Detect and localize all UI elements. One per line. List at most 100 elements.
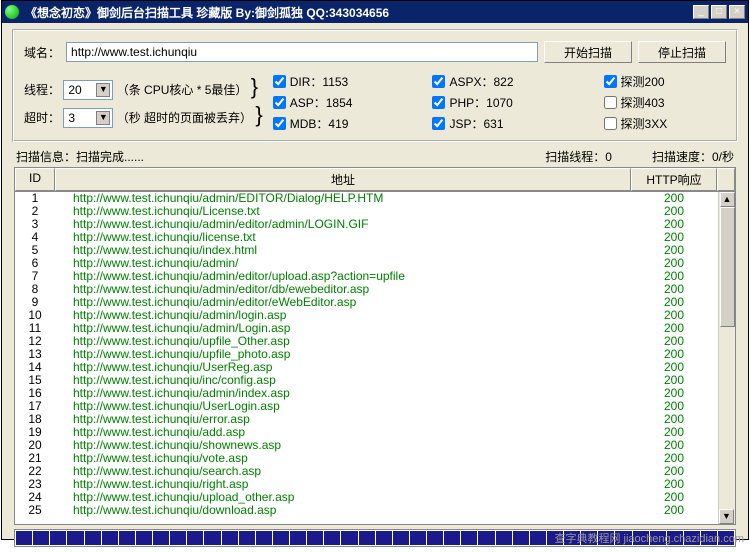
- app-icon: [5, 5, 19, 19]
- cell-id: 25: [15, 504, 55, 517]
- table-row[interactable]: 22http://www.test.ichunqiu/search.asp200: [15, 465, 735, 478]
- stop-scan-button[interactable]: 停止扫描: [638, 41, 726, 63]
- start-scan-button[interactable]: 开始扫描: [544, 41, 632, 63]
- cell-url: http://www.test.ichunqiu/admin/login.asp: [55, 309, 631, 322]
- table-row[interactable]: 17http://www.test.ichunqiu/UserLogin.asp…: [15, 400, 735, 413]
- window-title: 《想念初恋》御剑后台扫描工具 珍藏版 By:御剑孤独 QQ:343034656: [25, 4, 693, 21]
- status-bar: 扫描信息：扫描完成...... 扫描线程：0 扫描速度：0/秒: [12, 146, 738, 167]
- progress-block: [530, 531, 546, 545]
- php-check[interactable]: PHP：1070: [432, 94, 513, 111]
- progress-block: [427, 531, 443, 545]
- cell-url: http://www.test.ichunqiu/add.asp: [55, 426, 631, 439]
- col-id[interactable]: ID: [15, 168, 55, 191]
- timeout-combo[interactable]: 3▼: [63, 108, 113, 128]
- progress-block: [50, 531, 66, 545]
- dropdown-icon: ▼: [96, 83, 110, 97]
- cell-url: http://www.test.ichunqiu/inc/config.asp: [55, 374, 631, 387]
- progress-block: [119, 531, 135, 545]
- col-scroll: [717, 168, 735, 191]
- scroll-thumb[interactable]: [720, 207, 735, 327]
- progress-block: [204, 531, 220, 545]
- table-row[interactable]: 14http://www.test.ichunqiu/UserReg.asp20…: [15, 361, 735, 374]
- probe-col: 探测200 探测403 探测3XX: [604, 73, 668, 132]
- results-grid: ID 地址 HTTP响应 ▲ ▼ 1http://www.test.ichunq…: [14, 167, 736, 525]
- progress-block: [187, 531, 203, 545]
- progress-block: [85, 531, 101, 545]
- progress-block: [239, 531, 255, 545]
- table-row[interactable]: 10http://www.test.ichunqiu/admin/login.a…: [15, 309, 735, 322]
- progress-block: [513, 531, 529, 545]
- table-row[interactable]: 2http://www.test.ichunqiu/License.txt200: [15, 205, 735, 218]
- asp-check[interactable]: ASP：1854: [273, 94, 353, 111]
- settings-panel: 域名： 开始扫描 停止扫描 线程： 20▼ （条 CPU核心 * 5最佳） } …: [12, 29, 738, 142]
- table-row[interactable]: 21http://www.test.ichunqiu/vote.asp200: [15, 452, 735, 465]
- dir-check[interactable]: DIR：1153: [273, 73, 353, 90]
- table-row[interactable]: 12http://www.test.ichunqiu/upfile_Other.…: [15, 335, 735, 348]
- timeout-row: 超时： 3▼ （秒 超时的页面被丢弃） }: [24, 106, 263, 128]
- table-row[interactable]: 24http://www.test.ichunqiu/upload_other.…: [15, 491, 735, 504]
- scan-threads: 扫描线程：0: [545, 148, 612, 165]
- progress-block: [170, 531, 186, 545]
- grid-header: ID 地址 HTTP响应: [15, 168, 735, 192]
- col-url[interactable]: 地址: [55, 168, 631, 191]
- progress-block: [33, 531, 49, 545]
- probe403-check[interactable]: 探测403: [604, 94, 668, 111]
- scroll-down-icon[interactable]: ▼: [719, 509, 734, 524]
- table-row[interactable]: 15http://www.test.ichunqiu/inc/config.as…: [15, 374, 735, 387]
- cell-url: http://www.test.ichunqiu/error.asp: [55, 413, 631, 426]
- cell-url: http://www.test.ichunqiu/upfile_Other.as…: [55, 335, 631, 348]
- table-row[interactable]: 1http://www.test.ichunqiu/admin/EDITOR/D…: [15, 192, 735, 205]
- url-input[interactable]: [66, 42, 538, 62]
- col-resp[interactable]: HTTP响应: [631, 168, 717, 191]
- table-row[interactable]: 3http://www.test.ichunqiu/admin/editor/a…: [15, 218, 735, 231]
- table-row[interactable]: 25http://www.test.ichunqiu/download.asp2…: [15, 504, 735, 517]
- table-row[interactable]: 11http://www.test.ichunqiu/admin/Login.a…: [15, 322, 735, 335]
- table-row[interactable]: 7http://www.test.ichunqiu/admin/editor/u…: [15, 270, 735, 283]
- cell-url: http://www.test.ichunqiu/License.txt: [55, 205, 631, 218]
- options-row: 线程： 20▼ （条 CPU核心 * 5最佳） } 超时： 3▼ （秒 超时的页…: [24, 73, 726, 132]
- jsp-check[interactable]: JSP：631: [432, 115, 513, 132]
- progress-block: [410, 531, 426, 545]
- cell-url: http://www.test.ichunqiu/admin/editor/ad…: [55, 218, 631, 231]
- progress-block: [461, 531, 477, 545]
- table-row[interactable]: 16http://www.test.ichunqiu/admin/index.a…: [15, 387, 735, 400]
- progress-block: [324, 531, 340, 545]
- ext-col2: ASPX：822 PHP：1070 JSP：631: [432, 73, 513, 132]
- threads-row: 线程： 20▼ （条 CPU核心 * 5最佳） }: [24, 78, 263, 100]
- close-button[interactable]: ×: [729, 5, 745, 19]
- maximize-button[interactable]: □: [711, 5, 727, 19]
- ext-col1: DIR：1153 ASP：1854 MDB：419: [273, 73, 353, 132]
- progress-block: [496, 531, 512, 545]
- progress-block: [67, 531, 83, 545]
- table-row[interactable]: 8http://www.test.ichunqiu/admin/editor/d…: [15, 283, 735, 296]
- table-row[interactable]: 23http://www.test.ichunqiu/right.asp200: [15, 478, 735, 491]
- left-options: 线程： 20▼ （条 CPU核心 * 5最佳） } 超时： 3▼ （秒 超时的页…: [24, 78, 263, 128]
- table-row[interactable]: 4http://www.test.ichunqiu/license.txt200: [15, 231, 735, 244]
- minimize-button[interactable]: _: [693, 5, 709, 19]
- scrollbar[interactable]: ▲ ▼: [718, 192, 735, 524]
- threads-combo[interactable]: 20▼: [63, 80, 113, 100]
- progress-block: [376, 531, 392, 545]
- domain-label: 域名：: [24, 44, 60, 61]
- cell-url: http://www.test.ichunqiu/download.asp: [55, 504, 631, 517]
- cell-url: http://www.test.ichunqiu/UserLogin.asp: [55, 400, 631, 413]
- table-row[interactable]: 20http://www.test.ichunqiu/shownews.asp2…: [15, 439, 735, 452]
- mdb-check[interactable]: MDB：419: [273, 115, 353, 132]
- table-row[interactable]: 5http://www.test.ichunqiu/index.html200: [15, 244, 735, 257]
- table-row[interactable]: 18http://www.test.ichunqiu/error.asp200: [15, 413, 735, 426]
- grid-body[interactable]: ▲ ▼ 1http://www.test.ichunqiu/admin/EDIT…: [15, 192, 735, 524]
- progress-block: [222, 531, 238, 545]
- progress-block: [273, 531, 289, 545]
- scroll-up-icon[interactable]: ▲: [720, 192, 735, 207]
- cell-url: http://www.test.ichunqiu/admin/editor/eW…: [55, 296, 631, 309]
- content-area: 域名： 开始扫描 停止扫描 线程： 20▼ （条 CPU核心 * 5最佳） } …: [2, 23, 748, 553]
- threads-label: 线程：: [24, 83, 60, 97]
- table-row[interactable]: 6http://www.test.ichunqiu/admin/200: [15, 257, 735, 270]
- probe200-check[interactable]: 探测200: [604, 73, 668, 90]
- table-row[interactable]: 9http://www.test.ichunqiu/admin/editor/e…: [15, 296, 735, 309]
- probe3xx-check[interactable]: 探测3XX: [604, 115, 668, 132]
- table-row[interactable]: 13http://www.test.ichunqiu/upfile_photo.…: [15, 348, 735, 361]
- cell-url: http://www.test.ichunqiu/shownews.asp: [55, 439, 631, 452]
- aspx-check[interactable]: ASPX：822: [432, 73, 513, 90]
- table-row[interactable]: 19http://www.test.ichunqiu/add.asp200: [15, 426, 735, 439]
